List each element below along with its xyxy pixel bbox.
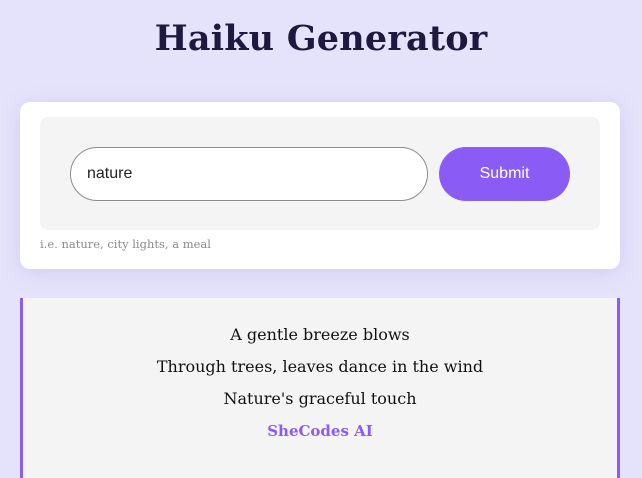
- signature: SheCodes AI: [267, 422, 373, 440]
- haiku-line-2: Through trees, leaves dance in the wind: [156, 357, 484, 376]
- search-form-card: Submit i.e. nature, city lights, a meal: [20, 102, 620, 269]
- search-form: Submit: [40, 117, 600, 230]
- topic-input[interactable]: [70, 147, 428, 201]
- haiku-lines: A gentle breeze blows Through trees, lea…: [23, 298, 617, 447]
- submit-button[interactable]: Submit: [439, 147, 570, 201]
- page-title: Haiku Generator: [154, 18, 488, 59]
- input-hint: i.e. nature, city lights, a meal: [40, 237, 211, 251]
- haiku-output: A gentle breeze blows Through trees, lea…: [20, 298, 620, 478]
- page: Haiku Generator Submit i.e. nature, city…: [0, 0, 642, 478]
- haiku-line-1: A gentle breeze blows: [230, 325, 410, 344]
- haiku-line-3: Nature's graceful touch: [223, 389, 417, 408]
